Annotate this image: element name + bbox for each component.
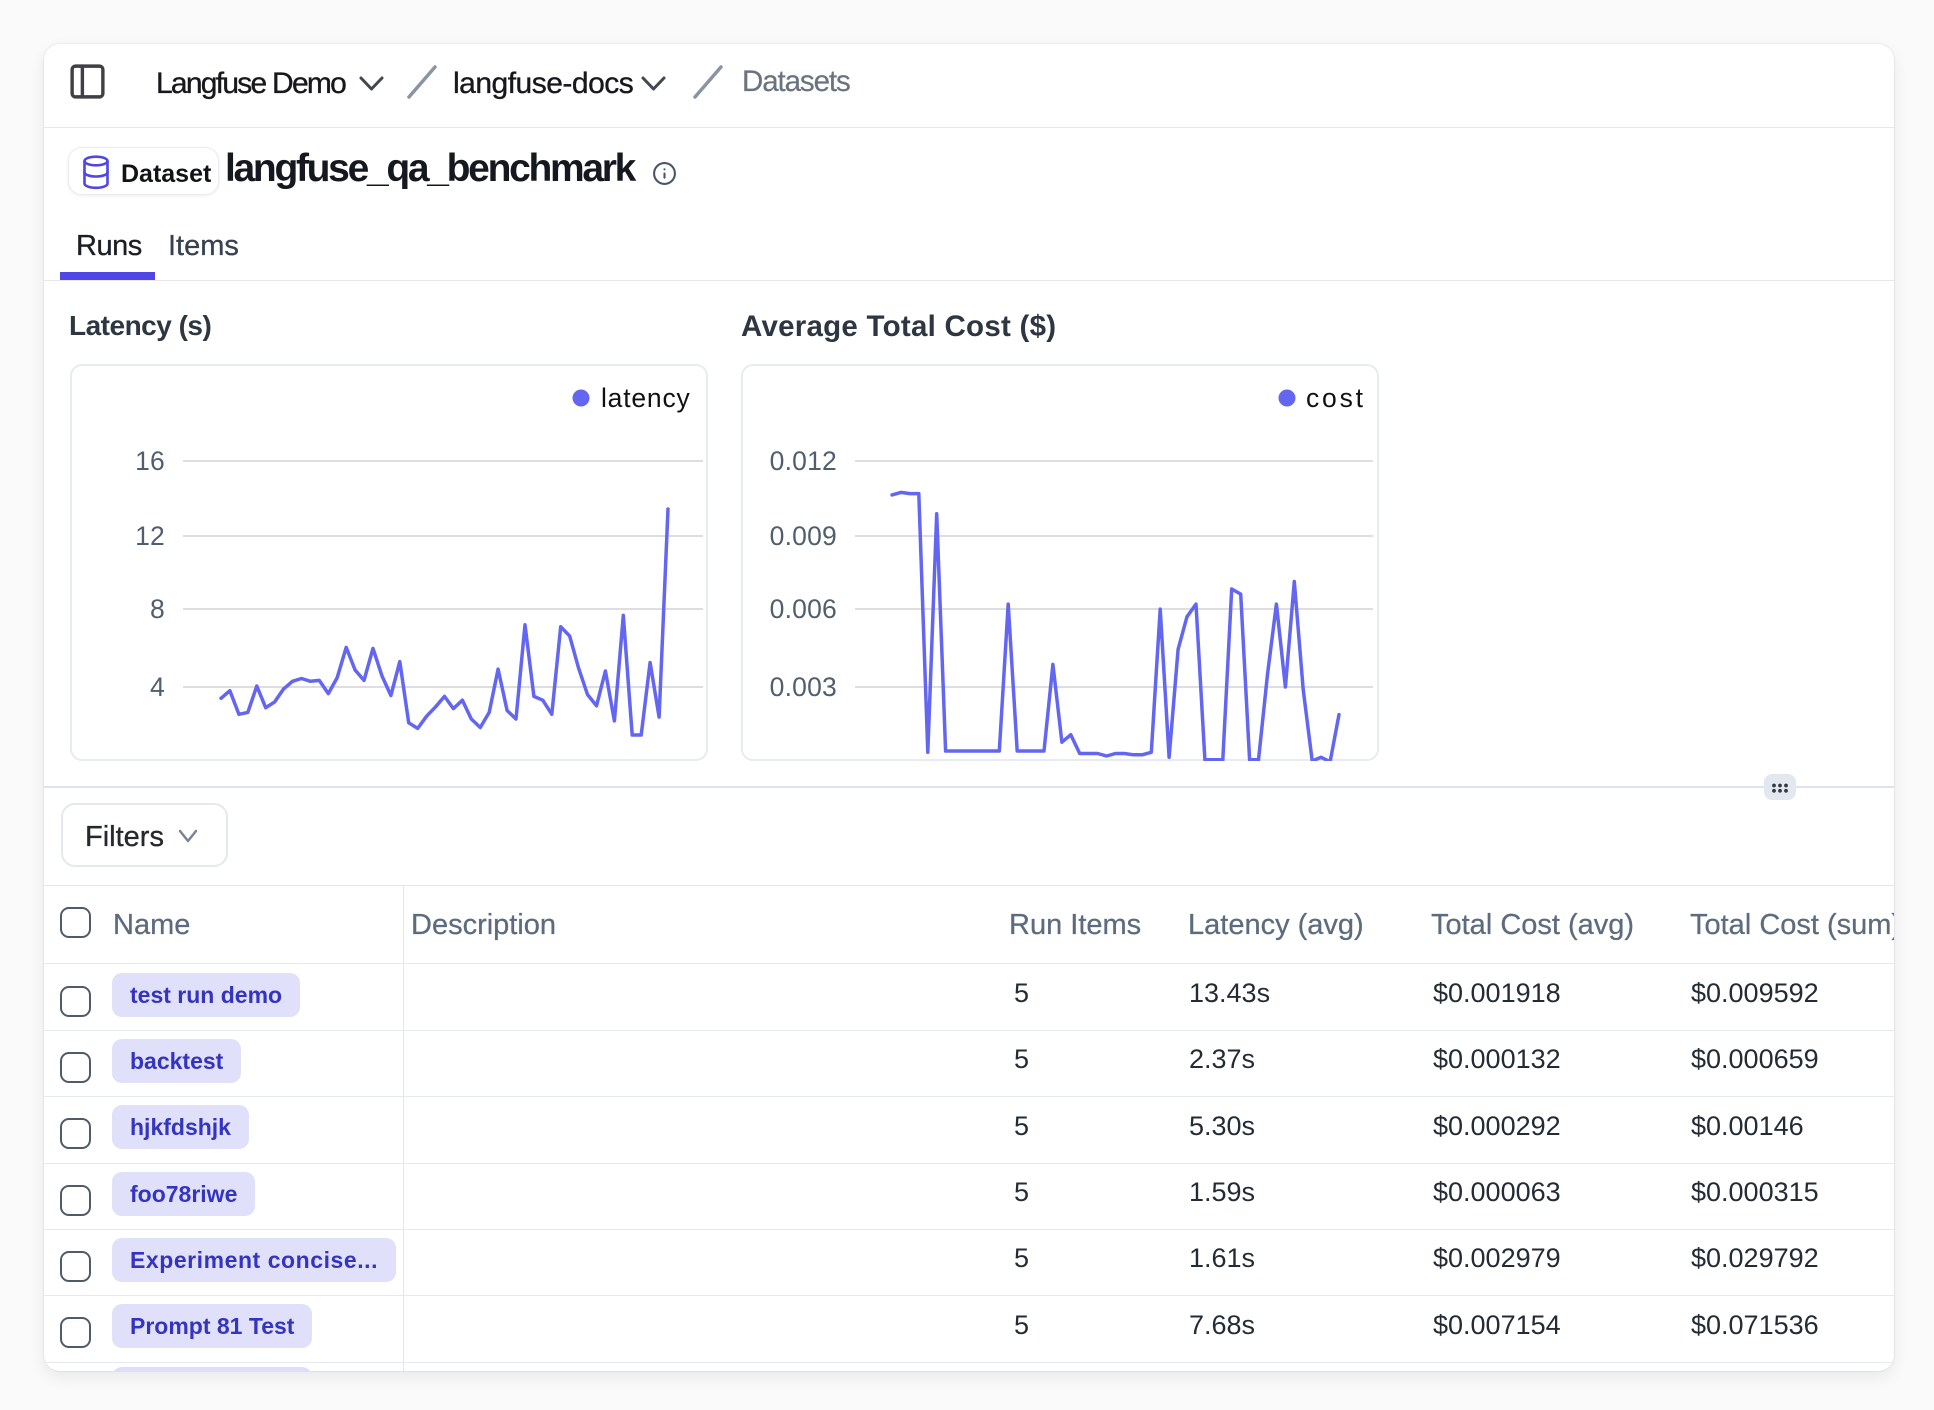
svg-text:8: 8: [150, 594, 165, 624]
svg-text:16: 16: [135, 446, 165, 476]
svg-text:4: 4: [150, 672, 165, 702]
svg-text:0.012: 0.012: [770, 446, 837, 476]
svg-text:0.006: 0.006: [770, 594, 837, 624]
svg-text:0.003: 0.003: [770, 672, 837, 702]
svg-text:0.009: 0.009: [770, 521, 837, 551]
svg-text:cost: cost: [1306, 383, 1366, 413]
svg-text:latency: latency: [601, 383, 691, 413]
svg-text:12: 12: [135, 521, 165, 551]
